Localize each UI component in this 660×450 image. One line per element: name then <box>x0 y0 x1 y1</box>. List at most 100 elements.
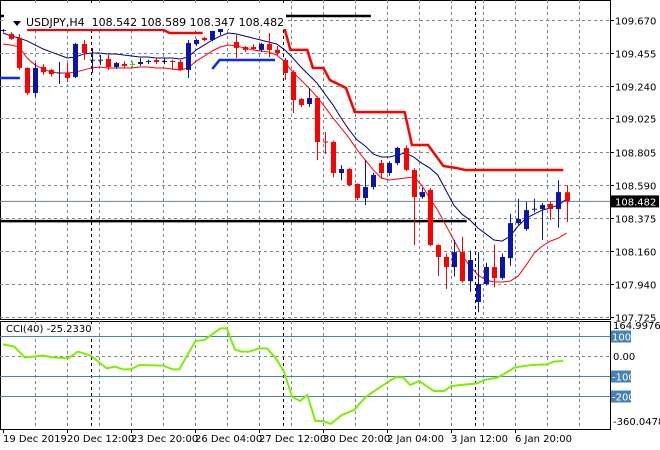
candle-body <box>452 252 457 268</box>
candle-body <box>275 49 280 53</box>
candle-body <box>379 163 384 174</box>
dropdown-triangle-icon[interactable] <box>13 20 21 26</box>
candle-body <box>33 67 38 93</box>
candle-body <box>428 189 433 246</box>
candle-body <box>500 256 505 279</box>
candle <box>347 168 352 187</box>
candle-body <box>516 218 521 224</box>
time-axis-label: 3 Jan 12:00 <box>451 434 508 445</box>
candle-body <box>387 163 392 174</box>
candle-body <box>243 47 248 50</box>
candle-body <box>210 30 215 41</box>
candle-body <box>460 252 465 282</box>
candle-body <box>170 60 175 62</box>
candle-body <box>267 43 272 50</box>
candle-body <box>436 245 441 257</box>
candle-body <box>259 43 264 50</box>
current-price-label: 108.482 <box>615 197 656 208</box>
ohlc-readout: 108.542 108.589 108.347 108.482 <box>91 16 285 29</box>
candle-body <box>178 61 183 70</box>
candle-body <box>9 34 14 39</box>
candle-body <box>122 63 127 66</box>
candle-body <box>371 174 376 188</box>
candle-body <box>202 38 207 41</box>
candle-body <box>291 72 296 101</box>
price-axis-label: 109.025 <box>615 115 656 126</box>
price-axis-label: 108.805 <box>615 149 656 160</box>
candle-body <box>476 284 481 303</box>
candle-body <box>420 192 425 197</box>
candle-body <box>347 169 352 186</box>
candle <box>331 140 336 178</box>
candle-body <box>25 67 30 93</box>
time-axis-label: 23 Dec 20:00 <box>131 434 198 445</box>
candle <box>404 145 409 172</box>
candle <box>428 187 433 246</box>
candle-body <box>41 67 46 73</box>
candle-body <box>508 223 513 259</box>
candle <box>17 34 22 70</box>
candle-body <box>283 60 288 73</box>
cci-axis-label: 0.00 <box>613 352 635 363</box>
time-axis-label: 27 Dec 12:00 <box>259 434 326 445</box>
candle-body <box>98 59 103 61</box>
candle-body <box>395 147 400 164</box>
candle-body <box>355 183 360 199</box>
price-axis-label: 108.160 <box>615 248 656 259</box>
candle <box>210 30 215 42</box>
candle <box>371 172 376 190</box>
cci-level-label: -200 <box>612 393 635 404</box>
candle-body <box>484 267 489 285</box>
candle-body <box>468 260 473 282</box>
cci-title: CCI(40) -25.2330 <box>6 324 92 336</box>
candle-body <box>331 142 336 174</box>
candle-body <box>492 267 497 279</box>
candle <box>73 42 78 79</box>
candle-body <box>532 208 537 210</box>
candle-body <box>299 98 304 106</box>
candle-body <box>194 40 199 44</box>
candle <box>395 146 400 166</box>
candle-body <box>412 169 417 197</box>
candle-body <box>524 210 529 230</box>
candle-body <box>307 98 312 104</box>
candle-body <box>363 187 368 199</box>
candle-body <box>146 61 151 63</box>
candle-body <box>548 204 553 210</box>
candle-body <box>234 41 239 48</box>
candle-body <box>65 72 70 79</box>
time-axis-label: 30 Dec 20:00 <box>323 434 390 445</box>
cci-axis-label: -360.0478 <box>613 417 660 428</box>
candle-body <box>138 61 143 64</box>
cci-level-label: -100 <box>612 373 635 384</box>
candle <box>33 63 38 97</box>
time-axis-label: 20 Dec 12:00 <box>67 434 134 445</box>
candle-body <box>154 60 159 62</box>
candle-body <box>90 59 95 61</box>
candle-body <box>82 43 87 53</box>
time-axis-label: 26 Dec 04:00 <box>195 434 262 445</box>
price-axis-label: 108.590 <box>615 182 656 193</box>
candle-body <box>57 72 62 74</box>
candle-body <box>339 169 344 174</box>
candle-body <box>444 256 449 268</box>
candle-body <box>186 43 191 70</box>
candle-body <box>251 47 256 50</box>
candle-body <box>556 192 561 210</box>
candle-body <box>404 147 409 170</box>
candle-body <box>106 58 111 68</box>
candle-body <box>49 69 54 75</box>
time-axis-label: 19 Dec 2019 <box>3 434 67 445</box>
candle-body <box>565 192 570 202</box>
candle-body <box>17 38 22 68</box>
symbol-label: USDJPY,H4 <box>26 16 85 29</box>
candle-body <box>162 60 167 62</box>
candle-body <box>323 141 328 143</box>
price-axis-label: 108.375 <box>615 215 656 226</box>
price-axis-label: 109.240 <box>615 83 656 94</box>
candle-body <box>315 98 320 143</box>
cci-axis-label: 164.9976 <box>613 321 660 332</box>
price-axis-label: 109.455 <box>615 50 656 61</box>
chart-title: USDJPY,H4 108.542 108.589 108.347 108.48… <box>4 3 287 29</box>
candle-body <box>114 63 119 68</box>
